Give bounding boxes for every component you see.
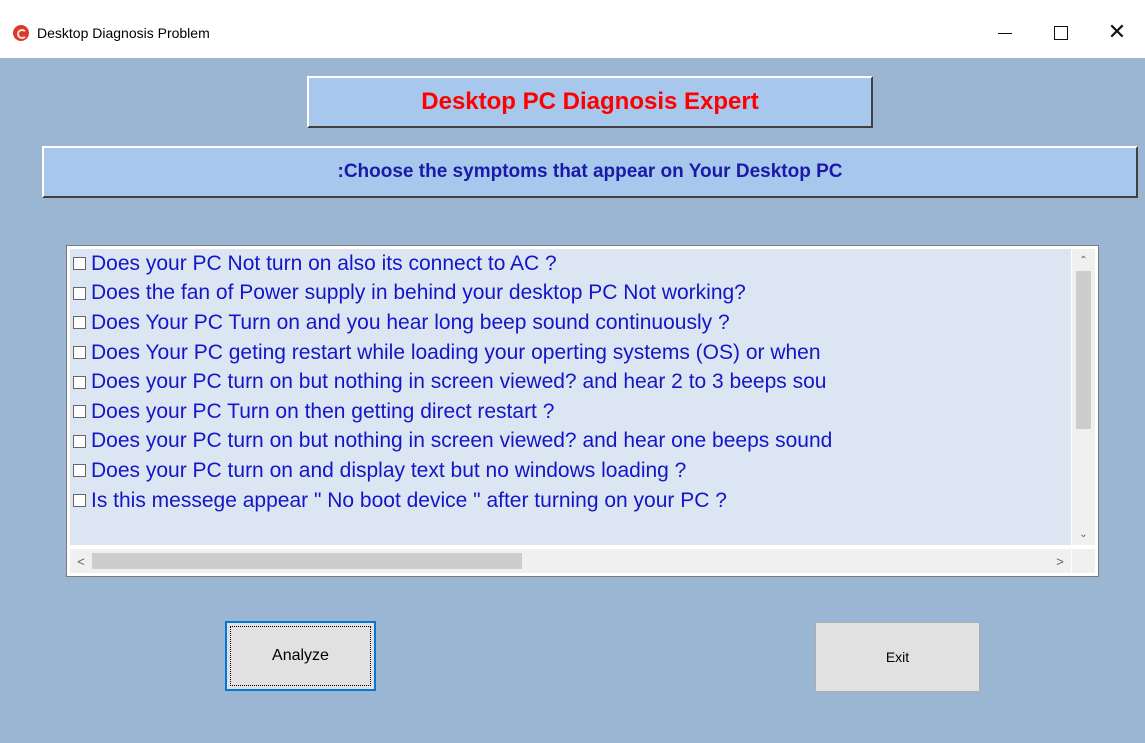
chevron-right-icon: > [1056,553,1064,569]
scroll-down-button[interactable]: ⌄ [1072,523,1095,545]
vertical-scrollbar[interactable]: ⌃ ⌄ [1072,249,1095,545]
symptom-label: Does your PC turn on but nothing in scre… [91,429,833,453]
symptom-item[interactable]: Does your PC Turn on then getting direct… [70,397,1071,427]
client-area: Desktop PC Diagnosis Expert :Choose the … [0,58,1145,743]
symptom-item[interactable]: Does Your PC Turn on and you hear long b… [70,308,1071,338]
chevron-left-icon: < [77,553,85,569]
symptom-checkbox[interactable] [73,464,86,478]
symptom-item[interactable]: Is this messege appear " No boot device … [70,486,1071,516]
exit-button-label: Exit [885,649,910,665]
symptom-checkbox[interactable] [73,494,86,508]
background-residue [0,0,1145,8]
symptom-checkbox[interactable] [73,286,86,300]
symptom-checkbox[interactable] [73,434,86,448]
chevron-down-icon: ⌄ [1079,528,1088,540]
symptom-label: Does your PC Turn on then getting direct… [91,399,555,423]
symptom-checkbox[interactable] [73,316,86,330]
scroll-corner [1072,549,1095,573]
symptom-label: Does your PC turn on and display text bu… [91,458,687,482]
window-controls: ✕ [977,8,1145,58]
symptom-label: Does your PC turn on but nothing in scre… [91,370,827,394]
analyze-button[interactable]: Analyze [225,621,376,691]
maximize-icon [1054,26,1068,40]
scroll-up-button[interactable]: ⌃ [1072,249,1095,271]
horizontal-scroll-thumb[interactable] [92,553,522,569]
scroll-right-button[interactable]: > [1049,549,1071,573]
close-icon: ✕ [1107,20,1127,45]
scroll-left-button[interactable]: < [70,549,92,573]
symptom-item[interactable]: Does Your PC geting restart while loadin… [70,338,1071,368]
symptom-checkbox[interactable] [73,405,86,419]
symptom-item[interactable]: Does your PC turn on but nothing in scre… [70,427,1071,457]
symptom-item[interactable]: Does the fan of Power supply in behind y… [70,279,1071,309]
symptom-label: Does Your PC geting restart while loadin… [91,340,821,364]
maximize-button[interactable] [1033,8,1089,58]
horizontal-scrollbar[interactable]: < > [70,549,1071,573]
symptom-label: Does the fan of Power supply in behind y… [91,281,746,305]
vertical-scroll-thumb[interactable] [1076,271,1091,429]
title-bar[interactable]: Desktop Diagnosis Problem ✕ [0,8,1145,58]
symptom-item[interactable]: Does your PC Not turn on also its connec… [70,249,1071,279]
symptom-label: Is this messege appear " No boot device … [91,488,727,512]
minimize-button[interactable] [977,8,1033,58]
symptom-checkbox[interactable] [73,257,86,271]
app-icon [13,25,29,41]
symptoms-list[interactable]: Does your PC Not turn on also its connec… [66,245,1099,577]
symptom-label: Does Your PC Turn on and you hear long b… [91,310,730,334]
symptom-item[interactable]: Does your PC turn on but nothing in scre… [70,367,1071,397]
app-window: Desktop Diagnosis Problem ✕ Desktop PC D… [0,0,1145,743]
instructions-label: :Choose the symptoms that appear on Your… [42,146,1138,198]
focus-rectangle [230,626,371,686]
minimize-icon [998,32,1012,34]
symptoms-list-items: Does your PC Not turn on also its connec… [70,249,1071,545]
exit-button[interactable]: Exit [815,622,980,692]
symptom-checkbox[interactable] [73,346,86,360]
app-title: Desktop PC Diagnosis Expert [307,76,873,128]
close-button[interactable]: ✕ [1089,8,1145,58]
symptom-item[interactable]: Does your PC turn on and display text bu… [70,456,1071,486]
symptom-label: Does your PC Not turn on also its connec… [91,251,557,275]
window-title: Desktop Diagnosis Problem [37,25,210,41]
chevron-up-icon: ⌃ [1079,254,1088,266]
symptom-checkbox[interactable] [73,375,86,389]
